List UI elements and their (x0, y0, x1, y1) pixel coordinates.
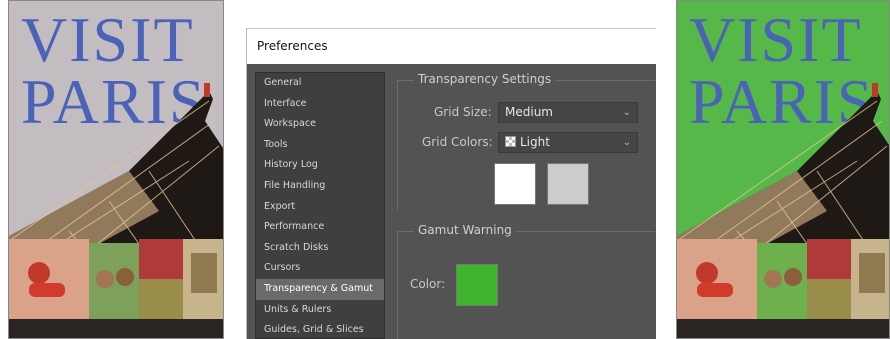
dialog-title: Preferences (257, 39, 328, 53)
grid-colors-select[interactable]: Light ⌄ (498, 132, 638, 153)
grid-size-select[interactable]: Medium ⌄ (498, 102, 638, 123)
photo-collage (9, 239, 223, 319)
screenshot-stage: VISIT PARIS Preferences General Interfac… (0, 0, 890, 339)
nav-item-history-log[interactable]: History Log (256, 155, 384, 176)
poster-gamut-preview: VISIT PARIS (676, 0, 890, 339)
preferences-dialog: Preferences General Interface Workspace … (246, 28, 656, 339)
settings-panel: Transparency Settings Grid Size: Medium … (393, 72, 657, 339)
nav-item-scratch-disks[interactable]: Scratch Disks (256, 238, 384, 259)
gamut-warning-heading: Gamut Warning (414, 223, 516, 237)
grid-colors-label: Grid Colors: (422, 135, 493, 149)
nav-item-guides-grid-slices[interactable]: Guides, Grid & Slices (256, 320, 384, 339)
preferences-nav-list: General Interface Workspace Tools Histor… (255, 72, 385, 339)
nav-item-performance[interactable]: Performance (256, 217, 384, 238)
nav-item-units-rulers[interactable]: Units & Rulers (256, 300, 384, 321)
transparency-settings-group: Transparency Settings Grid Size: Medium … (397, 72, 655, 210)
grid-colors-value: Light (520, 135, 550, 149)
poster-original: VISIT PARIS (8, 0, 224, 339)
chevron-down-icon: ⌄ (622, 137, 631, 148)
nav-item-export[interactable]: Export (256, 197, 384, 218)
photo-collage-preview (677, 239, 889, 319)
grid-size-value: Medium (505, 105, 553, 119)
gamut-color-label: Color: (410, 277, 446, 291)
grid-color-swatch-2[interactable] (547, 163, 589, 205)
gamut-color-swatch[interactable] (456, 264, 498, 306)
gamut-warning-group: Gamut Warning Color: (397, 223, 655, 339)
chevron-down-icon: ⌄ (622, 107, 631, 118)
nav-item-tools[interactable]: Tools (256, 135, 384, 156)
checkerboard-icon (505, 136, 516, 147)
nav-item-interface[interactable]: Interface (256, 94, 384, 115)
nav-item-transparency-gamut[interactable]: Transparency & Gamut (256, 278, 384, 300)
transparency-settings-heading: Transparency Settings (414, 72, 556, 86)
grid-color-swatch-1[interactable] (494, 163, 536, 205)
dialog-titlebar: Preferences (247, 28, 656, 64)
nav-item-cursors[interactable]: Cursors (256, 258, 384, 279)
poster-preview-bottom-strip (677, 319, 889, 338)
nav-item-file-handling[interactable]: File Handling (256, 176, 384, 197)
grid-size-label: Grid Size: (434, 105, 492, 119)
nav-item-general[interactable]: General (256, 73, 384, 94)
nav-item-workspace[interactable]: Workspace (256, 114, 384, 135)
poster-bottom-strip (9, 319, 223, 338)
